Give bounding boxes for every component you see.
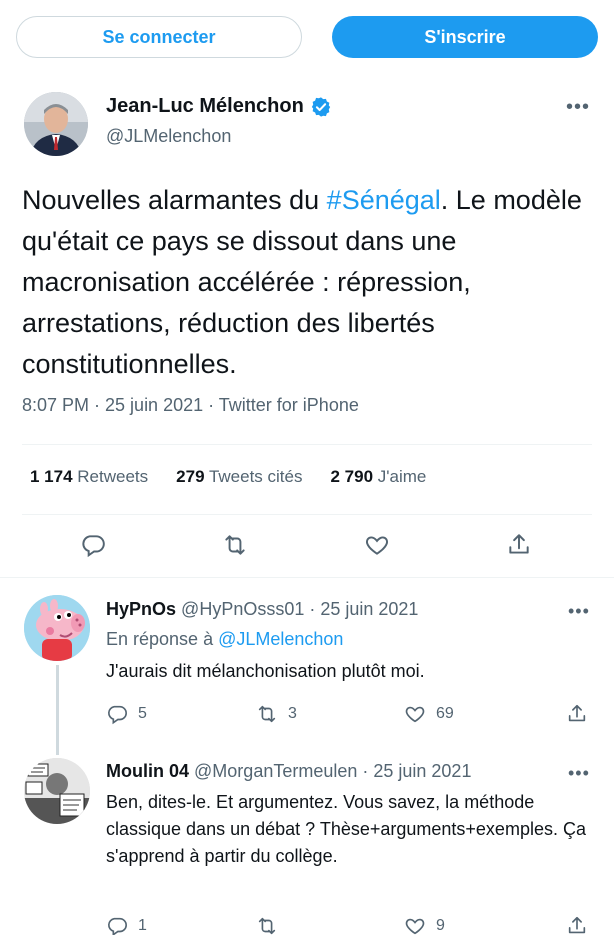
like-count: 9 bbox=[436, 917, 445, 934]
divider bbox=[0, 577, 614, 578]
verified-badge-icon bbox=[311, 96, 330, 117]
author-name[interactable]: Jean-Luc Mélenchon bbox=[106, 95, 332, 118]
signup-button[interactable]: S'inscrire bbox=[332, 16, 598, 58]
reply-icon[interactable] bbox=[80, 532, 106, 558]
like-button[interactable]: 9 bbox=[404, 915, 445, 935]
more-icon[interactable]: ••• bbox=[566, 96, 590, 119]
share-button[interactable] bbox=[566, 915, 588, 935]
tweet-text-start: Nouvelles alarmantes du bbox=[22, 185, 327, 215]
like-button[interactable]: 69 bbox=[404, 703, 454, 725]
reply-header: HyPnOs @HyPnOsss01 · 25 juin 2021 bbox=[106, 599, 418, 620]
retweets-label: Retweets bbox=[77, 467, 149, 486]
reply-icon bbox=[108, 705, 127, 725]
reply-icon bbox=[108, 917, 127, 935]
share-icon bbox=[568, 704, 586, 722]
divider bbox=[22, 444, 592, 445]
reply-to: En réponse à @JLMelenchon bbox=[106, 629, 343, 650]
reply-author-name[interactable]: Moulin 04 bbox=[106, 761, 189, 781]
retweet-button[interactable] bbox=[256, 915, 288, 935]
tweet-actions bbox=[0, 530, 614, 560]
retweets-count: 1 174 bbox=[30, 467, 73, 486]
likes-stat[interactable]: 2 790 J'aime bbox=[331, 467, 427, 487]
quotes-label: Tweets cités bbox=[208, 467, 303, 486]
author-handle[interactable]: @JLMelenchon bbox=[106, 126, 231, 147]
author-avatar[interactable] bbox=[24, 92, 88, 156]
reply-avatar[interactable] bbox=[24, 758, 90, 824]
reply-text: Ben, dites-le. Et argumentez. Vous savez… bbox=[106, 792, 586, 866]
retweet-count: 3 bbox=[288, 705, 297, 722]
retweet-icon[interactable] bbox=[222, 532, 248, 558]
like-icon bbox=[405, 918, 425, 935]
tweet-text: Nouvelles alarmantes du #Sénégal. Le mod… bbox=[22, 180, 597, 385]
reply-author-name[interactable]: HyPnOs bbox=[106, 599, 176, 619]
quotes-stat[interactable]: 279 Tweets cités bbox=[176, 467, 302, 487]
reply-handle-date[interactable]: @HyPnOsss01 · 25 juin 2021 bbox=[181, 599, 418, 619]
like-count: 69 bbox=[436, 705, 454, 722]
retweet-icon bbox=[258, 917, 276, 935]
author-name-text: Jean-Luc Mélenchon bbox=[106, 95, 304, 117]
reply-text: J'aurais dit mélanchonisation plutôt moi… bbox=[106, 661, 425, 681]
likes-count: 2 790 bbox=[330, 467, 374, 486]
more-icon[interactable]: ••• bbox=[568, 601, 590, 622]
divider bbox=[22, 514, 592, 515]
reply-to-label: En réponse à bbox=[106, 629, 219, 649]
like-icon bbox=[405, 706, 425, 723]
share-icon[interactable] bbox=[506, 532, 532, 558]
share-icon bbox=[568, 916, 586, 934]
retweet-button[interactable]: 3 bbox=[256, 703, 297, 725]
more-icon[interactable]: ••• bbox=[568, 763, 590, 784]
tweet-stats: 1 174 Retweets 279 Tweets cités 2 790 J'… bbox=[30, 467, 426, 487]
login-button[interactable]: Se connecter bbox=[16, 16, 302, 58]
reply-to-handle[interactable]: @JLMelenchon bbox=[218, 629, 343, 649]
thread-line bbox=[56, 665, 59, 755]
reply-header: Moulin 04 @MorganTermeulen · 25 juin 202… bbox=[106, 761, 471, 782]
reply-count: 5 bbox=[138, 705, 147, 722]
reply-button[interactable]: 1 bbox=[106, 915, 147, 935]
likes-label: J'aime bbox=[377, 467, 427, 486]
hashtag-link[interactable]: #Sénégal bbox=[327, 185, 441, 215]
quotes-count: 279 bbox=[176, 467, 205, 486]
retweets-stat[interactable]: 1 174 Retweets bbox=[30, 467, 148, 487]
reply-button[interactable]: 5 bbox=[106, 703, 147, 725]
reply-avatar[interactable] bbox=[24, 595, 90, 661]
reply-count: 1 bbox=[138, 917, 147, 934]
share-button[interactable] bbox=[566, 703, 588, 725]
top-bar: Se connecter S'inscrire bbox=[0, 0, 614, 75]
retweet-icon bbox=[258, 705, 276, 723]
reply-handle-date[interactable]: @MorganTermeulen · 25 juin 2021 bbox=[194, 761, 471, 781]
like-icon[interactable] bbox=[364, 532, 390, 558]
tweet-meta: 8:07 PM · 25 juin 2021 · Twitter for iPh… bbox=[22, 395, 359, 415]
